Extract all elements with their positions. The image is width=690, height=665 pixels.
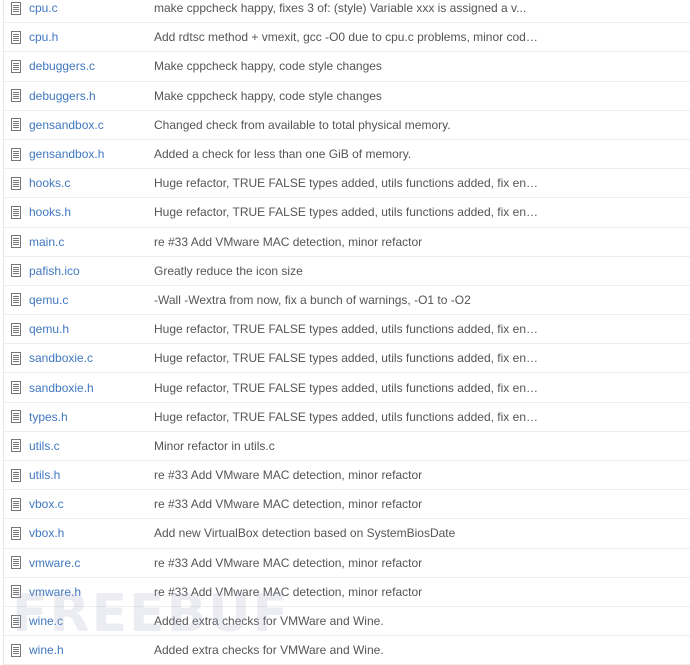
commit-message-link[interactable]: re #33 Add VMware MAC detection, minor r… (154, 497, 422, 511)
file-icon (11, 205, 21, 219)
commit-message-link[interactable]: Add rdtsc method + vmexit, gcc -O0 due t… (154, 30, 540, 44)
commit-message-link[interactable]: Huge refactor, TRUE FALSE types added, u… (154, 381, 540, 395)
file-row[interactable]: wine.c Added extra checks for VMWare and… (4, 607, 690, 637)
file-icon (11, 89, 21, 103)
file-name-link[interactable]: cpu.h (29, 30, 154, 44)
file-icon (11, 30, 21, 44)
file-row[interactable]: vbox.h Add new VirtualBox detection base… (4, 519, 690, 549)
file-name-link[interactable]: debuggers.h (29, 89, 154, 103)
file-name-link[interactable]: cpu.c (29, 1, 154, 15)
file-name-link[interactable]: qemu.h (29, 322, 154, 336)
file-icon (11, 497, 21, 511)
file-row[interactable]: cpu.h Add rdtsc method + vmexit, gcc -O0… (4, 23, 690, 53)
file-icon (11, 293, 21, 307)
file-row[interactable]: pafish.ico Greatly reduce the icon size (4, 257, 690, 286)
file-icon (11, 643, 21, 657)
commit-message-link[interactable]: Add new VirtualBox detection based on Sy… (154, 526, 455, 540)
commit-message-link[interactable]: Make cppcheck happy, code style changes (154, 59, 382, 73)
commit-message-link[interactable]: Make cppcheck happy, code style changes (154, 89, 382, 103)
file-row[interactable]: utils.c Minor refactor in utils.c (4, 432, 690, 461)
file-name-link[interactable]: gensandbox.h (29, 147, 154, 161)
file-name-link[interactable]: main.c (29, 235, 154, 249)
file-row[interactable]: cpu.c make cppcheck happy, fixes 3 of: (… (4, 0, 690, 24)
file-row[interactable]: gensandbox.c Changed check from availabl… (4, 111, 690, 140)
file-icon (11, 351, 21, 365)
file-list: cpu.c make cppcheck happy, fixes 3 of: (… (3, 0, 690, 665)
file-row[interactable]: main.c re #33 Add VMware MAC detection, … (4, 228, 690, 257)
commit-message-link[interactable]: re #33 Add VMware MAC detection, minor r… (154, 556, 422, 570)
file-icon (11, 556, 21, 570)
file-row[interactable]: utils.h re #33 Add VMware MAC detection,… (4, 461, 690, 491)
file-name-link[interactable]: pafish.ico (29, 264, 154, 278)
file-row[interactable]: debuggers.h Make cppcheck happy, code st… (4, 82, 690, 111)
file-icon (11, 147, 21, 161)
file-name-link[interactable]: gensandbox.c (29, 118, 154, 132)
file-row[interactable]: gensandbox.h Added a check for less than… (4, 140, 690, 170)
commit-message-link[interactable]: re #33 Add VMware MAC detection, minor r… (154, 468, 422, 482)
file-name-link[interactable]: utils.h (29, 468, 154, 482)
file-row[interactable]: types.h Huge refactor, TRUE FALSE types … (4, 403, 690, 432)
file-name-link[interactable]: types.h (29, 410, 154, 424)
file-icon (11, 614, 21, 628)
commit-message-link[interactable]: Added extra checks for VMWare and Wine. (154, 614, 384, 628)
file-row[interactable]: debuggers.c Make cppcheck happy, code st… (4, 52, 690, 82)
commit-message-link[interactable]: -Wall -Wextra from now, fix a bunch of w… (154, 293, 471, 307)
file-icon (11, 585, 21, 599)
file-icon (11, 1, 21, 15)
file-row[interactable]: sandboxie.c Huge refactor, TRUE FALSE ty… (4, 344, 690, 374)
file-name-link[interactable]: utils.c (29, 439, 154, 453)
file-row[interactable]: qemu.h Huge refactor, TRUE FALSE types a… (4, 315, 690, 345)
commit-message-link[interactable]: make cppcheck happy, fixes 3 of: (style)… (154, 1, 526, 15)
file-name-link[interactable]: debuggers.c (29, 59, 154, 73)
file-icon (11, 59, 21, 73)
file-icon (11, 235, 21, 249)
file-row[interactable]: qemu.c -Wall -Wextra from now, fix a bun… (4, 286, 690, 316)
file-name-link[interactable]: sandboxie.h (29, 381, 154, 395)
file-icon (11, 264, 21, 278)
commit-message-link[interactable]: Added a check for less than one GiB of m… (154, 147, 411, 161)
commit-message-link[interactable]: Greatly reduce the icon size (154, 264, 303, 278)
file-icon (11, 118, 21, 132)
file-name-link[interactable]: hooks.c (29, 176, 154, 190)
commit-message-link[interactable]: Huge refactor, TRUE FALSE types added, u… (154, 322, 540, 336)
file-row[interactable]: vmware.h re #33 Add VMware MAC detection… (4, 578, 690, 607)
file-row[interactable]: vbox.c re #33 Add VMware MAC detection, … (4, 490, 690, 520)
file-name-link[interactable]: qemu.c (29, 293, 154, 307)
file-icon (11, 176, 21, 190)
commit-message-link[interactable]: Added extra checks for VMWare and Wine. (154, 643, 384, 657)
file-icon (11, 439, 21, 453)
commit-message-link[interactable]: re #33 Add VMware MAC detection, minor r… (154, 235, 422, 249)
file-icon (11, 322, 21, 336)
file-icon (11, 468, 21, 482)
file-name-link[interactable]: wine.h (29, 643, 154, 657)
commit-message-link[interactable]: Huge refactor, TRUE FALSE types added, u… (154, 205, 540, 219)
file-name-link[interactable]: sandboxie.c (29, 351, 154, 365)
commit-message-link[interactable]: Huge refactor, TRUE FALSE types added, u… (154, 176, 540, 190)
file-name-link[interactable]: vbox.h (29, 526, 154, 540)
commit-message-link[interactable]: Huge refactor, TRUE FALSE types added, u… (154, 351, 540, 365)
file-icon (11, 410, 21, 424)
file-icon (11, 526, 21, 540)
file-name-link[interactable]: vmware.h (29, 585, 154, 599)
file-icon (11, 381, 21, 395)
file-row[interactable]: vmware.c re #33 Add VMware MAC detection… (4, 549, 690, 578)
file-row[interactable]: hooks.c Huge refactor, TRUE FALSE types … (4, 169, 690, 199)
file-name-link[interactable]: vmware.c (29, 556, 154, 570)
file-name-link[interactable]: wine.c (29, 614, 154, 628)
commit-message-link[interactable]: re #33 Add VMware MAC detection, minor r… (154, 585, 422, 599)
file-row[interactable]: wine.h Added extra checks for VMWare and… (4, 636, 690, 665)
file-name-link[interactable]: vbox.c (29, 497, 154, 511)
commit-message-link[interactable]: Minor refactor in utils.c (154, 439, 275, 453)
commit-message-link[interactable]: Huge refactor, TRUE FALSE types added, u… (154, 410, 540, 424)
file-name-link[interactable]: hooks.h (29, 205, 154, 219)
commit-message-link[interactable]: Changed check from available to total ph… (154, 118, 451, 132)
file-row[interactable]: sandboxie.h Huge refactor, TRUE FALSE ty… (4, 373, 690, 403)
file-row[interactable]: hooks.h Huge refactor, TRUE FALSE types … (4, 198, 690, 228)
